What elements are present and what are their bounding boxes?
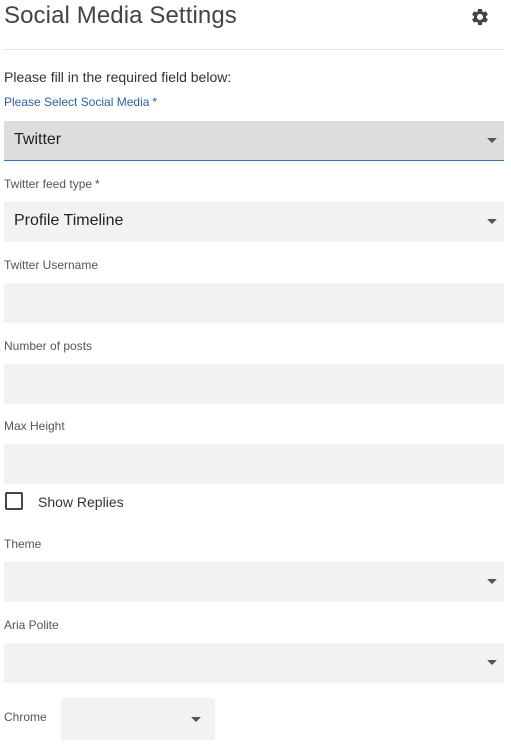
form-instructions: Please fill in the required field below: — [4, 69, 232, 85]
feed-type-label-text: Twitter feed type — [4, 177, 93, 191]
max-height-label: Max Height — [4, 419, 65, 433]
social-media-label: Please Select Social Media * — [4, 95, 157, 109]
chevron-down-icon — [191, 717, 201, 722]
social-media-select-value: Twitter — [14, 131, 62, 148]
aria-polite-label: Aria Polite — [4, 618, 59, 632]
required-mark: * — [95, 177, 100, 191]
chrome-label: Chrome — [4, 710, 47, 724]
username-label: Twitter Username — [4, 258, 99, 272]
social-media-label-text: Please Select Social Media — [4, 95, 150, 109]
show-replies-label[interactable]: Show Replies — [38, 494, 124, 510]
feed-type-select[interactable]: Profile Timeline — [4, 202, 504, 242]
theme-select[interactable] — [4, 562, 504, 602]
chevron-down-icon — [487, 138, 497, 143]
chevron-down-icon — [487, 579, 497, 584]
show-replies-checkbox[interactable] — [5, 492, 23, 510]
feed-type-select-value: Profile Timeline — [14, 212, 124, 229]
max-height-input[interactable] — [4, 444, 504, 484]
page-title: Social Media Settings — [4, 2, 237, 29]
chevron-down-icon — [487, 660, 497, 665]
gear-icon[interactable] — [470, 7, 490, 27]
feed-type-label: Twitter feed type * — [4, 177, 100, 191]
theme-label: Theme — [4, 537, 42, 551]
header: Social Media Settings — [4, 0, 504, 50]
chevron-down-icon — [487, 219, 497, 224]
social-media-settings-page: Social Media Settings Please fill in the… — [0, 0, 511, 747]
required-mark: * — [152, 95, 158, 109]
social-media-select[interactable]: Twitter — [4, 121, 504, 161]
chrome-select[interactable] — [61, 698, 215, 740]
num-posts-label: Number of posts — [4, 339, 93, 353]
aria-polite-select[interactable] — [4, 643, 504, 683]
num-posts-input[interactable] — [4, 364, 504, 404]
username-input[interactable] — [4, 283, 504, 323]
